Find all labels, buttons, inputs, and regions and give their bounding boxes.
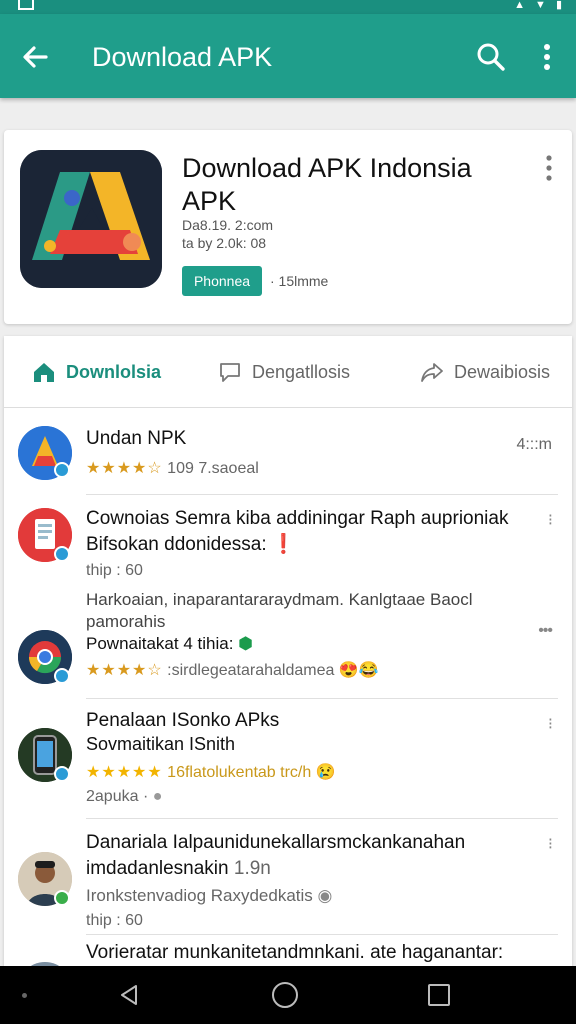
app-title: Download APK Indonsia APK bbox=[182, 153, 472, 216]
list-item[interactable]: Pownaitakat 4 tihia: ⬢ ★★★★☆ :sirdlegeat… bbox=[4, 622, 572, 706]
rating-stars: ★★★★☆ bbox=[86, 662, 163, 679]
content-panel: Downlolsia Dengatllosis Dewaibiosis Unda… bbox=[4, 336, 572, 966]
emoji-icon: 😍😂 bbox=[338, 662, 379, 679]
install-note: · 15lmme bbox=[270, 273, 329, 289]
share-icon bbox=[421, 363, 443, 382]
list-item[interactable]: Penalaan ISonko APks Sovmaitikan ISnith … bbox=[4, 706, 572, 816]
system-nav-bar bbox=[0, 966, 576, 1024]
list-item[interactable]: Cownoias Semra kiba addiningar Raph aupr… bbox=[4, 502, 572, 632]
rating-stars: ★★★★☆ bbox=[86, 460, 163, 477]
list-item[interactable]: Vorieratar munkanitetandmnkani. ate haga… bbox=[4, 940, 572, 966]
app-header-card: Download APK Indonsia APK Da8.19. 2:com … bbox=[4, 130, 572, 324]
item-subtitle: 109 7.saoeal bbox=[167, 460, 259, 477]
app-logo-icon[interactable] bbox=[20, 150, 162, 288]
divider bbox=[86, 494, 558, 495]
page-title: Download APK bbox=[92, 42, 273, 72]
more-vert-icon[interactable] bbox=[534, 40, 560, 74]
install-button[interactable]: Phonnea bbox=[182, 266, 262, 296]
card-more-icon[interactable] bbox=[544, 154, 554, 182]
item-subtitle-2: thip : 60 bbox=[86, 912, 143, 929]
online-badge-icon bbox=[54, 890, 70, 906]
divider bbox=[86, 934, 558, 935]
divider bbox=[86, 818, 558, 819]
item-subtitle: Ironkstenvadiog Raxydedkatis ◉ bbox=[86, 886, 333, 905]
app-meta-line-2: ta by 2.0k: 08 bbox=[182, 235, 267, 251]
item-more-icon[interactable]: ••• bbox=[538, 622, 553, 640]
list-item[interactable]: Undan NPK ★★★★☆ 109 7.saoeal 4:::m bbox=[4, 416, 572, 496]
tab-label: Dengatllosis bbox=[252, 361, 351, 382]
status-bar: ▲ ▼ ▮ bbox=[0, 0, 576, 14]
notification-icon bbox=[18, 0, 34, 10]
item-title: Vorieratar munkanitetandmnkani. ate haga… bbox=[86, 942, 504, 963]
arrow-back-icon[interactable] bbox=[18, 40, 52, 74]
search-icon[interactable] bbox=[476, 42, 506, 72]
list-item[interactable]: Danariala Ialpaunidunekallarsmckankanaha… bbox=[4, 826, 572, 936]
item-title-line-2: imdadanlesnakin 1.9n bbox=[86, 858, 271, 879]
tab-label: Dewaibiosis bbox=[454, 361, 551, 382]
item-subtitle: 16flatolukentab trc/h bbox=[167, 764, 312, 781]
item-title: Penalaan ISonko APks bbox=[86, 710, 280, 731]
rating-stars: ★★★★★ bbox=[86, 764, 163, 781]
verified-badge-icon bbox=[54, 462, 70, 478]
divider bbox=[86, 698, 558, 699]
item-more-icon[interactable]: ⁝ bbox=[548, 714, 553, 734]
nav-recents-icon[interactable] bbox=[428, 984, 450, 1006]
tab-downloads[interactable]: Downlolsia bbox=[32, 356, 161, 388]
item-rating: ★★★★☆ 109 7.saoeal bbox=[86, 458, 259, 478]
item-title: Danariala Ialpaunidunekallarsmckankanaha… bbox=[86, 832, 466, 853]
tab-bar: Downlolsia Dengatllosis Dewaibiosis bbox=[4, 336, 572, 408]
item-rating: ★★★★★ 16flatolukentab trc/h 😢 bbox=[86, 762, 336, 782]
item-title-line-2: Bifsokan ddonidessa: ❗ bbox=[86, 534, 296, 555]
status-icons: ▲ ▼ ▮ bbox=[514, 0, 562, 11]
nav-back-icon[interactable] bbox=[118, 984, 140, 1006]
wifi-icon: ▼ bbox=[535, 0, 546, 11]
battery-icon: ▮ bbox=[555, 0, 562, 11]
emoji-icon: 😢 bbox=[315, 764, 336, 781]
verified-badge-icon bbox=[54, 668, 70, 684]
item-description: Harkoaian, inaparantararaydmam. Kanlgtaa… bbox=[86, 590, 473, 609]
item-more-icon[interactable]: ⁝ bbox=[548, 510, 553, 530]
tab-shares[interactable]: Dewaibiosis bbox=[420, 356, 550, 388]
chat-bubble-icon bbox=[220, 363, 240, 382]
tab-discussions[interactable]: Dengatllosis bbox=[218, 356, 350, 388]
tab-label: Downlolsia bbox=[66, 361, 162, 382]
item-subtitle: thip : 60 bbox=[86, 562, 143, 579]
app-bar: Download APK bbox=[0, 14, 576, 98]
item-title: Cownoias Semra kiba addiningar Raph aupr… bbox=[86, 508, 509, 529]
verified-badge-icon bbox=[54, 766, 70, 782]
item-title: Undan NPK bbox=[86, 428, 187, 449]
item-title-line-2: Sovmaitikan ISnith bbox=[86, 734, 236, 754]
nav-dot-icon bbox=[22, 993, 27, 998]
app-meta-line-1: Da8.19. 2:com bbox=[182, 217, 274, 233]
item-rating: ★★★★☆ :sirdlegeatarahaldamea 😍😂 bbox=[86, 660, 379, 680]
signal-icon: ▲ bbox=[514, 0, 526, 11]
item-subtitle-2: 2apuka · ● bbox=[86, 788, 163, 805]
item-subtitle: :sirdlegeatarahaldamea bbox=[167, 662, 335, 679]
nav-home-icon[interactable] bbox=[272, 982, 298, 1008]
home-icon bbox=[34, 363, 54, 382]
item-title: Pownaitakat 4 tihia: ⬢ bbox=[86, 634, 253, 653]
item-time: 4:::m bbox=[516, 436, 552, 453]
item-more-icon[interactable]: ⁝ bbox=[548, 834, 553, 854]
verified-badge-icon bbox=[54, 546, 70, 562]
